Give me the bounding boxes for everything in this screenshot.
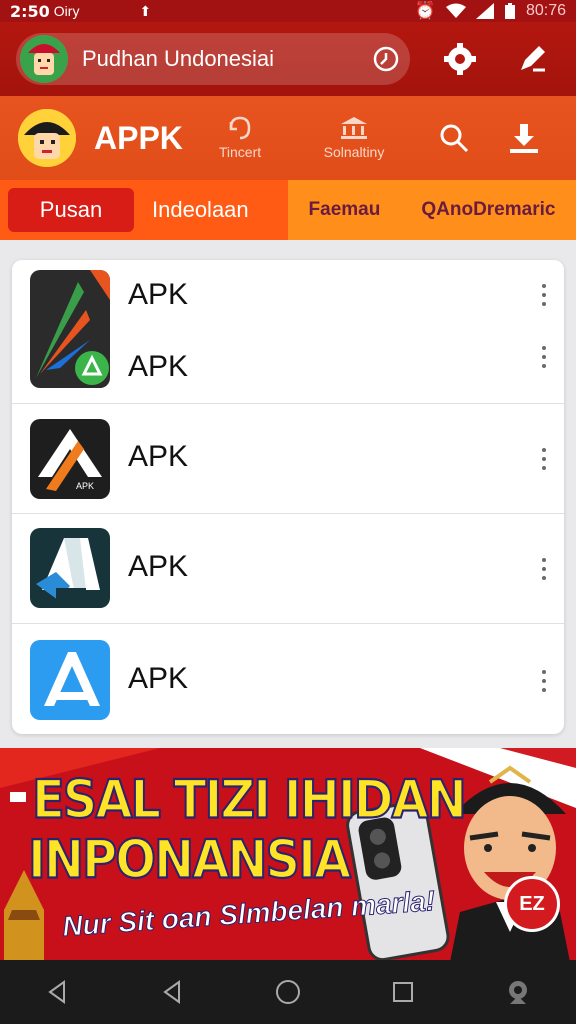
more-icon[interactable] — [540, 558, 548, 580]
recents-icon — [393, 982, 414, 1002]
edit-button[interactable] — [510, 37, 554, 81]
badge-ez[interactable]: EZ — [504, 876, 560, 932]
bank-icon — [341, 117, 367, 139]
pencil-icon — [521, 46, 545, 72]
status-bar: 2:50 Oiry ⬆ ⏰ 80:76 — [0, 0, 576, 22]
app-list: APK APK APK APK APK APK — [12, 260, 564, 734]
settings-button[interactable] — [438, 37, 482, 81]
app-bar: APPK Tincert Solnaltiny — [0, 96, 576, 180]
back-button-2[interactable] — [153, 972, 193, 1012]
gear-icon — [444, 43, 476, 75]
more-icon[interactable] — [540, 670, 548, 692]
home-icon — [275, 980, 300, 1004]
status-carrier: Oiry — [53, 3, 80, 19]
tab-indeolaan[interactable]: Indeolaan — [152, 197, 249, 223]
promo-banner[interactable]: EZ ESAL TIZI IHIDAN INPONANSIA Nur Sit o… — [0, 748, 576, 960]
top-bar: Pudhan Undonesiai — [0, 22, 576, 96]
home-button[interactable] — [268, 972, 308, 1012]
status-clock-right: 80:76 — [525, 2, 566, 19]
app-logo — [18, 109, 76, 167]
list-item[interactable]: APK APK — [12, 260, 564, 404]
alarm-icon: ⏰ — [414, 1, 436, 20]
download-button[interactable] — [504, 118, 544, 158]
nav-item-tincert[interactable]: Tincert — [194, 116, 286, 160]
clock-icon[interactable] — [372, 45, 400, 73]
download-icon — [510, 124, 538, 153]
back-icon — [47, 980, 65, 1004]
search-bar[interactable]: Pudhan Undonesiai — [16, 33, 410, 85]
app-icon-caption: APK — [76, 481, 94, 491]
back-button[interactable] — [38, 972, 78, 1012]
banner-headline-2: INPONANSIA — [27, 828, 352, 892]
usb-icon: ⬆ — [139, 2, 152, 19]
list-item[interactable]: APK APK — [12, 404, 564, 514]
tab-pusan[interactable]: Pusan — [8, 188, 134, 232]
app-label: APK — [128, 550, 189, 583]
signal-icon — [475, 3, 494, 19]
app-label: APK — [128, 350, 189, 383]
tab-qanodremaric[interactable]: QAnoDremaric — [421, 199, 555, 221]
tab-bar: Pusan Indeolaan Faemau QAnoDremaric — [0, 180, 576, 240]
more-icon[interactable] — [540, 284, 548, 306]
avatar[interactable] — [20, 35, 68, 83]
badge-label: EZ — [519, 892, 545, 915]
refresh-icon — [229, 116, 251, 140]
system-nav-bar — [0, 960, 576, 1024]
assistant-icon — [509, 981, 528, 1004]
search-button[interactable] — [434, 118, 474, 158]
app-label: APK — [128, 440, 189, 473]
back-icon — [163, 980, 180, 1004]
tab-faemau[interactable]: Faemau — [309, 199, 381, 221]
app-title: APPK — [94, 119, 183, 156]
app-label: APK — [128, 662, 189, 695]
app-icon[interactable] — [30, 640, 110, 720]
app-icon[interactable]: APK — [30, 419, 110, 499]
app-label: APK — [128, 278, 189, 311]
wifi-icon — [445, 3, 466, 18]
search-text: Pudhan Undonesiai — [82, 46, 275, 71]
status-time: 2:50 — [10, 1, 50, 21]
app-icon[interactable] — [30, 270, 110, 388]
list-item[interactable]: APK — [12, 624, 564, 734]
more-icon[interactable] — [540, 346, 548, 368]
recents-button[interactable] — [383, 972, 423, 1012]
nav-label-solnaltiny: Solnaltiny — [323, 144, 385, 160]
more-icon[interactable] — [540, 448, 548, 470]
app-icon[interactable] — [30, 528, 110, 608]
battery-icon — [504, 3, 515, 19]
assistant-button[interactable] — [498, 972, 538, 1012]
search-icon — [440, 124, 469, 153]
banner-headline-1: ESAL TIZI IHIDAN — [31, 768, 468, 832]
list-item[interactable]: APK — [12, 514, 564, 624]
nav-item-solnaltiny[interactable]: Solnaltiny — [308, 116, 400, 160]
nav-label-tincert: Tincert — [218, 144, 262, 160]
